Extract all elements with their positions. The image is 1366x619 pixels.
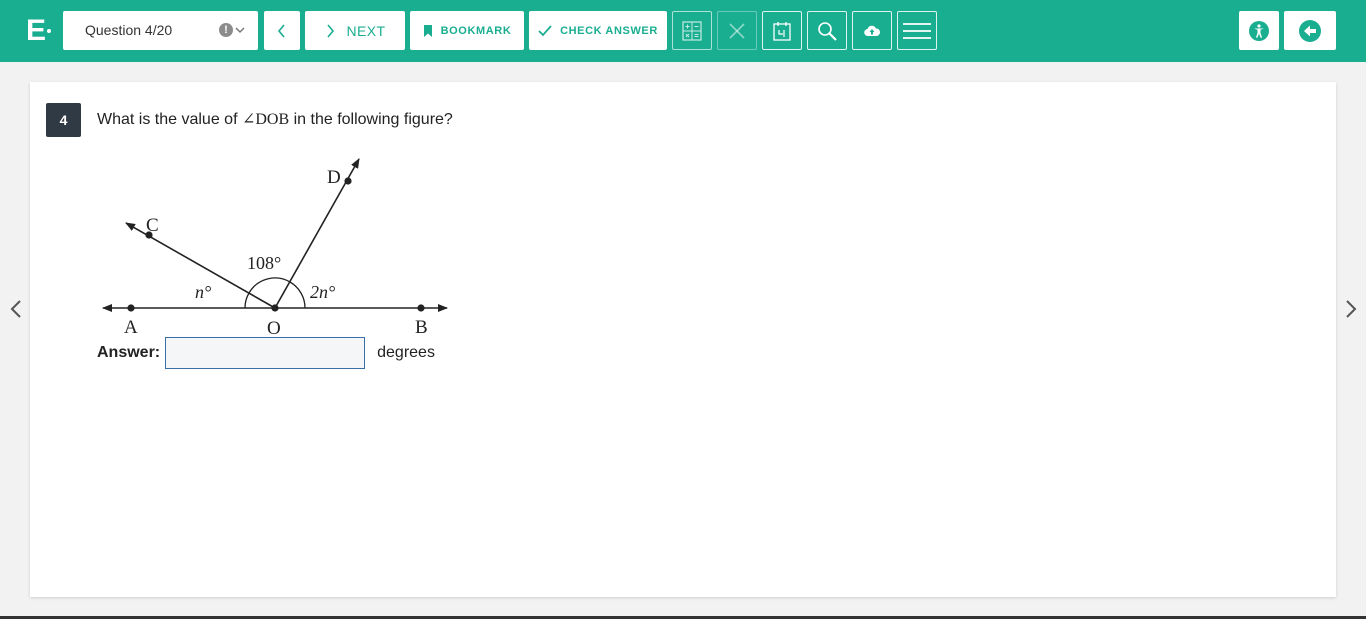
answer-row: Answer: degrees (97, 337, 435, 369)
exit-icon (1299, 19, 1321, 42)
accessibility-button[interactable] (1239, 11, 1279, 50)
exit-button[interactable] (1284, 11, 1336, 50)
check-answer-button-label: CHECK ANSWER (560, 24, 658, 37)
bookmark-button[interactable]: BOOKMARK (410, 11, 524, 50)
label-angle-aoc: n° (195, 282, 211, 302)
arc-dob (289, 281, 306, 309)
arc-aoc (244, 292, 250, 309)
search-icon (817, 21, 837, 41)
close-icon (729, 22, 745, 39)
question-math: ∠DOB (241, 111, 290, 128)
chevron-right-icon (325, 23, 335, 38)
label-c: C (146, 215, 159, 236)
zoom-button[interactable] (807, 11, 847, 50)
label-angle-dob: 2n° (310, 282, 335, 302)
chevron-down-icon (234, 11, 246, 66)
notes-button[interactable] (762, 11, 802, 50)
point-d (344, 177, 352, 185)
info-icon: ! (219, 23, 233, 37)
logo-letter: E (26, 14, 47, 47)
point-b (417, 304, 425, 312)
question-text-after: in the following figure? (289, 111, 453, 128)
menu-button[interactable] (897, 11, 937, 50)
point-o (271, 304, 279, 312)
bookmark-icon (423, 24, 433, 37)
next-button-label: NEXT (346, 22, 386, 39)
label-d: D (327, 167, 341, 188)
question-card: 4 What is the value of ∠DOB in the follo… (30, 82, 1336, 597)
answer-unit: degrees (377, 344, 435, 361)
menu-icon (903, 20, 931, 42)
next-button[interactable]: NEXT (305, 11, 405, 50)
point-a (127, 304, 135, 312)
question-text: What is the value of ∠DOB in the followi… (97, 109, 453, 129)
cloud-upload-icon (864, 25, 880, 37)
question-text-before: What is the value of (97, 111, 242, 128)
app-logo: E (26, 14, 56, 48)
label-o: O (267, 318, 281, 339)
question-number-badge: 4 (46, 103, 81, 137)
save-button[interactable] (852, 11, 892, 50)
logo-dot (47, 29, 51, 33)
accessibility-icon (1249, 20, 1269, 41)
next-page-arrow[interactable] (1342, 297, 1360, 321)
top-toolbar: E Question 4/20 ! NEXT BOOKMARK CHECK AN… (0, 0, 1366, 62)
eliminate-button[interactable] (717, 11, 757, 50)
calculator-icon (682, 20, 702, 41)
question-selector[interactable]: Question 4/20 ! (63, 11, 258, 50)
answer-input[interactable] (165, 337, 366, 369)
check-answer-button[interactable]: CHECK ANSWER (529, 11, 667, 50)
chevron-left-icon (277, 23, 287, 38)
label-b: B (415, 317, 428, 338)
bookmark-button-label: BOOKMARK (440, 24, 512, 37)
previous-page-arrow[interactable] (7, 297, 25, 321)
label-angle-cod: 108° (247, 253, 281, 273)
check-icon (538, 24, 552, 37)
label-a: A (124, 317, 138, 338)
previous-button[interactable] (264, 11, 300, 50)
calculator-button[interactable] (672, 11, 712, 50)
calendar-icon (773, 21, 791, 41)
question-selector-label: Question 4/20 (85, 22, 173, 38)
answer-label: Answer: (97, 344, 161, 361)
angle-figure: A B C D O n° 108° 2n° (102, 158, 448, 339)
